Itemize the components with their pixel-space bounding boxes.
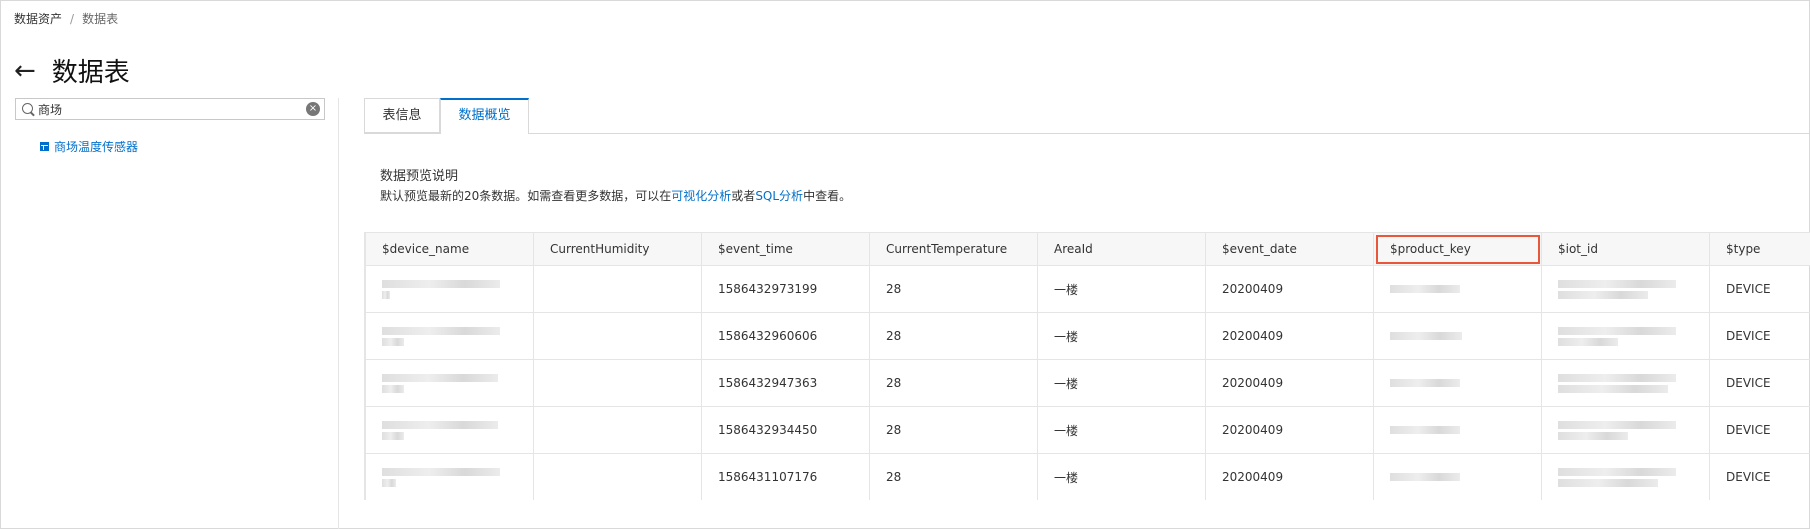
data-preview-table: $device_name CurrentHumidity $event_time…	[364, 232, 1810, 500]
table-cell: 20200409	[1205, 312, 1374, 360]
search-input[interactable]	[38, 100, 293, 118]
table-cell: DEVICE	[1709, 312, 1810, 360]
redacted-cell	[365, 406, 534, 454]
breadcrumb-current: 数据表	[82, 12, 119, 26]
preview-title: 数据预览说明	[380, 169, 459, 184]
redacted-cell	[1541, 265, 1710, 313]
redacted-cell	[365, 265, 534, 313]
clear-circle-icon[interactable]: ×	[306, 102, 320, 116]
table-cell: DEVICE	[1709, 453, 1810, 500]
title-row: ← 数据表	[14, 52, 130, 89]
preview-description: 默认预览最新的20条数据。如需查看更多数据，可以在可视化分析或者SQL分析中查看…	[380, 187, 851, 204]
redacted-cell	[1541, 359, 1710, 407]
table-cell: DEVICE	[1709, 359, 1810, 407]
left-panel: × 商场温度传感器	[0, 98, 339, 529]
table-cell: 1586432947363	[701, 359, 870, 407]
table-cell	[533, 406, 702, 454]
column-header: $type	[1709, 232, 1810, 266]
table-cell: 一楼	[1037, 359, 1206, 407]
table-row: 1586432973199 28 一楼 20200409 DEVICE	[365, 265, 1810, 313]
table-header-row: $device_name CurrentHumidity $event_time…	[365, 232, 1810, 266]
page-title: 数据表	[51, 58, 130, 88]
table-cell: 28	[869, 406, 1038, 454]
table-cell	[533, 453, 702, 500]
redacted-cell	[1373, 359, 1542, 407]
table-cell: 一楼	[1037, 406, 1206, 454]
table-row: 1586431107176 28 一楼 20200409 DEVICE	[365, 453, 1810, 500]
tree-item-label: 商场温度传感器	[54, 140, 139, 154]
visual-analysis-link[interactable]: 可视化分析	[671, 189, 731, 203]
tab-bar: 表信息 数据概览	[364, 98, 1810, 134]
table-cell: 28	[869, 453, 1038, 500]
redacted-cell	[1541, 453, 1710, 500]
redacted-cell	[1373, 312, 1542, 360]
table-cell: 28	[869, 359, 1038, 407]
table-cell: DEVICE	[1709, 265, 1810, 313]
table-cell	[533, 265, 702, 313]
table-cell: 20200409	[1205, 406, 1374, 454]
column-header: AreaId	[1037, 232, 1206, 266]
preview-text: 默认预览最新的20条数据。如需查看更多数据，可以在	[380, 189, 672, 203]
search-icon	[22, 103, 33, 114]
column-header: $iot_id	[1541, 232, 1710, 266]
table-cell: 20200409	[1205, 265, 1374, 313]
column-header: $device_name	[365, 232, 534, 266]
table-cell: 1586432960606	[701, 312, 870, 360]
table-cell	[533, 312, 702, 360]
breadcrumb: 数据资产 / 数据表	[14, 10, 118, 27]
column-header: CurrentTemperature	[869, 232, 1038, 266]
redacted-cell	[365, 312, 534, 360]
search-box: ×	[15, 98, 325, 120]
redacted-cell	[1373, 453, 1542, 500]
tab-table-info[interactable]: 表信息	[364, 98, 440, 133]
table-cell: 20200409	[1205, 359, 1374, 407]
tree-item-table[interactable]: 商场温度传感器	[40, 138, 138, 155]
redacted-cell	[365, 453, 534, 500]
table-cell: 一楼	[1037, 312, 1206, 360]
sql-analysis-link[interactable]: SQL分析	[755, 189, 803, 203]
table-row: 1586432947363 28 一楼 20200409 DEVICE	[365, 359, 1810, 407]
preview-text-mid: 或者	[731, 189, 756, 203]
table-cell: 28	[869, 312, 1038, 360]
table-row: 1586432960606 28 一楼 20200409 DEVICE	[365, 312, 1810, 360]
arrow-left-icon[interactable]: ←	[14, 58, 36, 84]
table-cell: 20200409	[1205, 453, 1374, 500]
column-header: CurrentHumidity	[533, 232, 702, 266]
preview-text-end: 中查看。	[803, 189, 852, 203]
table-row: 1586432934450 28 一楼 20200409 DEVICE	[365, 406, 1810, 454]
tab-data-overview[interactable]: 数据概览	[440, 98, 529, 134]
column-header: $event_date	[1205, 232, 1374, 266]
column-header: $event_time	[701, 232, 870, 266]
redacted-cell	[365, 359, 534, 407]
table-cell: 28	[869, 265, 1038, 313]
column-header-highlighted: $product_key	[1373, 232, 1542, 266]
breadcrumb-root[interactable]: 数据资产	[14, 12, 62, 26]
redacted-cell	[1373, 406, 1542, 454]
table-cell: 一楼	[1037, 265, 1206, 313]
redacted-cell	[1373, 265, 1542, 313]
table-cell: 1586432934450	[701, 406, 870, 454]
table-cell: 1586432973199	[701, 265, 870, 313]
redacted-cell	[1541, 312, 1710, 360]
table-cell	[533, 359, 702, 407]
table-cell: 1586431107176	[701, 453, 870, 500]
table-icon	[40, 142, 49, 151]
breadcrumb-separator: /	[70, 12, 75, 26]
table-cell: 一楼	[1037, 453, 1206, 500]
table-cell: DEVICE	[1709, 406, 1810, 454]
redacted-cell	[1541, 406, 1710, 454]
